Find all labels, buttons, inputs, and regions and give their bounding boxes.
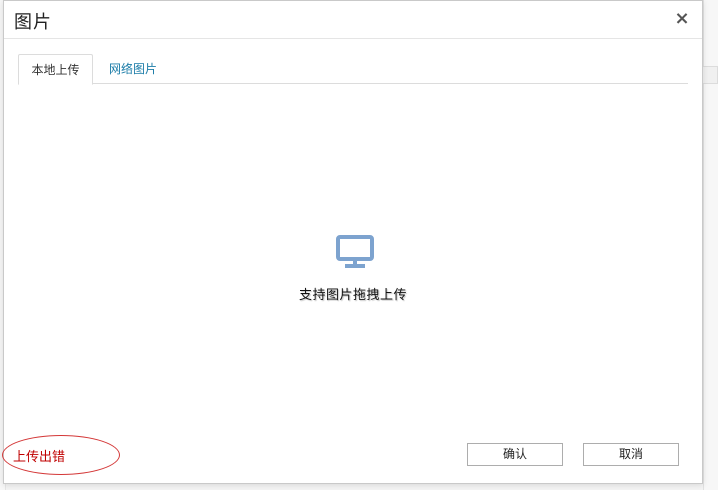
drop-area[interactable]: 支持图片拖拽上传 bbox=[18, 85, 688, 425]
drop-hint-text: 支持图片拖拽上传 bbox=[298, 288, 407, 303]
image-dialog: 图片 × 本地上传 网络图片 支持图片拖拽上传 上传出错 确认 取消 bbox=[2, 0, 703, 484]
upload-error-text: 上传出错 bbox=[13, 450, 66, 465]
cancel-button[interactable]: 取消 bbox=[583, 443, 679, 466]
screen: 图片 × 本地上传 网络图片 支持图片拖拽上传 上传出错 确认 取消 bbox=[0, 0, 718, 490]
close-icon: × bbox=[674, 8, 690, 29]
upload-tabs: 本地上传 网络图片 bbox=[18, 54, 688, 85]
dialog-title: 图片 bbox=[14, 12, 52, 33]
tab-web-image[interactable]: 网络图片 bbox=[98, 54, 168, 85]
monitor-icon bbox=[336, 235, 374, 268]
confirm-button[interactable]: 确认 bbox=[467, 443, 563, 466]
tab-local-upload[interactable]: 本地上传 bbox=[18, 54, 93, 85]
close-button[interactable]: × bbox=[673, 9, 691, 29]
dialog-header: 图片 × bbox=[4, 1, 702, 39]
